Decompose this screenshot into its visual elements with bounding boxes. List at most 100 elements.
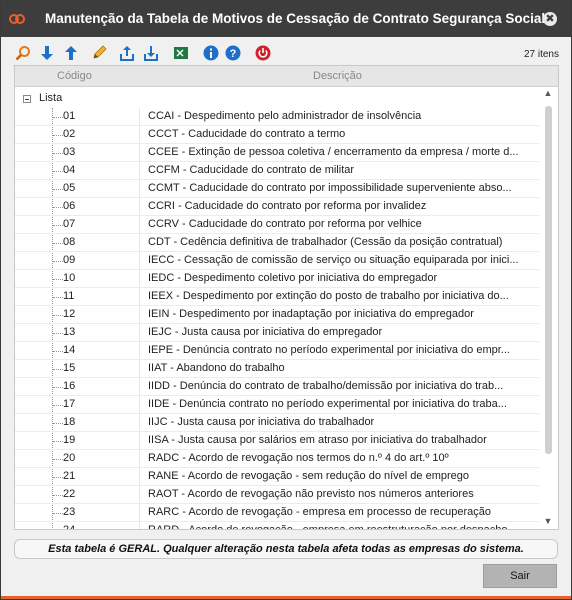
row-description: RARD - Acordo de revogação - empresa em … (139, 522, 538, 529)
data-grid[interactable]: Código Descrição Lista 01 CCAI - Despedim… (14, 65, 559, 530)
table-row[interactable]: 01 CCAI - Despedimento pelo administrador… (15, 108, 539, 126)
row-description: CDT - Cedência definitiva de trabalhador… (139, 234, 538, 251)
row-description: IIAT - Abandono do trabalho (139, 360, 538, 377)
row-code: 11 (63, 290, 75, 302)
row-code: 09 (63, 254, 76, 266)
row-code: 03 (63, 146, 76, 158)
tree-branch-line (53, 513, 63, 514)
row-description: IEIN - Despedimento por inadaptação por … (139, 306, 538, 323)
tree-branch-line (53, 225, 63, 226)
import-icon[interactable] (141, 43, 161, 63)
tree-group-label: Lista (39, 92, 63, 104)
table-row[interactable]: 02 CCCT - Caducidade do contrato a termo (15, 126, 539, 144)
tree-branch-line (53, 135, 63, 136)
svg-text:?: ? (230, 48, 237, 60)
tree-branch-line (53, 279, 63, 280)
row-code: 13 (63, 326, 76, 338)
tree-branch-line (53, 423, 63, 424)
row-description: CCMT - Caducidade do contrato por imposs… (139, 180, 538, 197)
table-row[interactable]: 08 CDT - Cedência definitiva de trabalhad… (15, 234, 539, 252)
row-code: 19 (63, 434, 76, 446)
arrow-down-icon[interactable] (37, 43, 57, 63)
row-description: IEDC - Despedimento coletivo por iniciat… (139, 270, 538, 287)
table-row[interactable]: 16 IIDD - Denúncia do contrato de trabalh… (15, 378, 539, 396)
table-row[interactable]: 06 CCRI - Caducidade do contrato por refo… (15, 198, 539, 216)
edit-pencil-icon[interactable] (89, 43, 109, 63)
row-description: IEJC - Justa causa por iniciativa do emp… (139, 324, 538, 341)
tree-branch-line (53, 261, 63, 262)
arrow-up-icon[interactable] (61, 43, 81, 63)
row-code: 15 (63, 362, 76, 374)
toolbar: ? (13, 41, 409, 66)
row-code: 23 (63, 506, 76, 518)
table-row[interactable]: 17 IIDE - Denúncia contrato no período ex… (15, 396, 539, 414)
row-description: RANE - Acordo de revogação - sem redução… (139, 468, 538, 485)
exit-button[interactable]: Sair (483, 564, 557, 588)
tree-branch-line (53, 333, 63, 334)
grid-header: Código Descrição (15, 66, 558, 87)
row-description: RADC - Acordo de revogação nos termos do… (139, 450, 538, 467)
grid-rows: 01 CCAI - Despedimento pelo administrador… (15, 108, 539, 529)
row-code: 18 (63, 416, 76, 428)
tree-group-row[interactable]: Lista (15, 90, 535, 108)
table-row[interactable]: 21 RANE - Acordo de revogação - sem reduç… (15, 468, 539, 486)
window-title: Manutenção da Tabela de Motivos de Cessa… (45, 11, 546, 26)
table-row[interactable]: 12 IEIN - Despedimento por inadaptação po… (15, 306, 539, 324)
row-description: RARC - Acordo de revogação - empresa em … (139, 504, 538, 521)
table-row[interactable]: 24 RARD - Acordo de revogação - empresa e… (15, 522, 539, 529)
table-row[interactable]: 07 CCRV - Caducidade do contrato por refo… (15, 216, 539, 234)
column-header-code[interactable]: Código (57, 70, 92, 82)
scroll-down-icon[interactable]: ▼ (542, 516, 554, 528)
search-icon[interactable] (13, 43, 33, 63)
row-code: 04 (63, 164, 76, 176)
row-description: RAOT - Acordo de revogação não previsto … (139, 486, 538, 503)
tree-branch-line (53, 171, 63, 172)
export-icon[interactable] (117, 43, 137, 63)
row-description: CCAI - Despedimento pelo administrador d… (139, 108, 538, 125)
tree-branch-line (53, 387, 63, 388)
table-row[interactable]: 04 CCFM - Caducidade do contrato de milit… (15, 162, 539, 180)
table-row[interactable]: 11 IEEX - Despedimento por extinção do po… (15, 288, 539, 306)
table-row[interactable]: 15 IIAT - Abandono do trabalho (15, 360, 539, 378)
info-icon[interactable] (201, 43, 221, 63)
row-description: CCEE - Extinção de pessoa coletiva / enc… (139, 144, 538, 161)
app-logo-icon (9, 14, 25, 24)
collapse-icon[interactable] (23, 95, 31, 103)
tree-branch-line (53, 369, 63, 370)
close-button[interactable]: ✖ (543, 12, 557, 26)
row-code: 07 (63, 218, 76, 230)
row-code: 10 (63, 272, 76, 284)
row-code: 12 (63, 308, 76, 320)
column-header-description[interactable]: Descrição (313, 70, 362, 82)
tree-branch-line (53, 189, 63, 190)
table-row[interactable]: 05 CCMT - Caducidade do contrato por impo… (15, 180, 539, 198)
row-description: IIDD - Denúncia do contrato de trabalho/… (139, 378, 538, 395)
row-code: 22 (63, 488, 76, 500)
help-icon[interactable]: ? (223, 43, 243, 63)
row-code: 05 (63, 182, 76, 194)
excel-icon[interactable] (171, 43, 191, 63)
item-count: 27 itens (523, 49, 559, 60)
row-description: IIJC - Justa causa por iniciativa do tra… (139, 414, 538, 431)
power-icon[interactable] (253, 43, 273, 63)
table-row[interactable]: 19 IISA - Justa causa por salários em atr… (15, 432, 539, 450)
scrollbar-thumb[interactable] (545, 106, 552, 454)
vertical-scrollbar[interactable]: ▲ ▼ (542, 88, 554, 528)
row-description: IISA - Justa causa por salários em atras… (139, 432, 538, 449)
table-row[interactable]: 10 IEDC - Despedimento coletivo por inici… (15, 270, 539, 288)
table-row[interactable]: 18 IIJC - Justa causa por iniciativa do t… (15, 414, 539, 432)
tree-branch-line (53, 297, 63, 298)
table-row[interactable]: 03 CCEE - Extinção de pessoa coletiva / e… (15, 144, 539, 162)
tree-branch-line (53, 441, 63, 442)
table-row[interactable]: 09 IECC - Cessação de comissão de serviço… (15, 252, 539, 270)
table-row[interactable]: 13 IEJC - Justa causa por iniciativa do e… (15, 324, 539, 342)
table-row[interactable]: 23 RARC - Acordo de revogação - empresa e… (15, 504, 539, 522)
scroll-up-icon[interactable]: ▲ (542, 88, 554, 100)
row-description: IEEX - Despedimento por extinção do post… (139, 288, 538, 305)
tree-branch-line (53, 477, 63, 478)
table-row[interactable]: 14 IEPE - Denúncia contrato no período ex… (15, 342, 539, 360)
row-code: 17 (63, 398, 76, 410)
table-row[interactable]: 22 RAOT - Acordo de revogação não previst… (15, 486, 539, 504)
table-row[interactable]: 20 RADC - Acordo de revogação nos termos … (15, 450, 539, 468)
row-code: 06 (63, 200, 76, 212)
